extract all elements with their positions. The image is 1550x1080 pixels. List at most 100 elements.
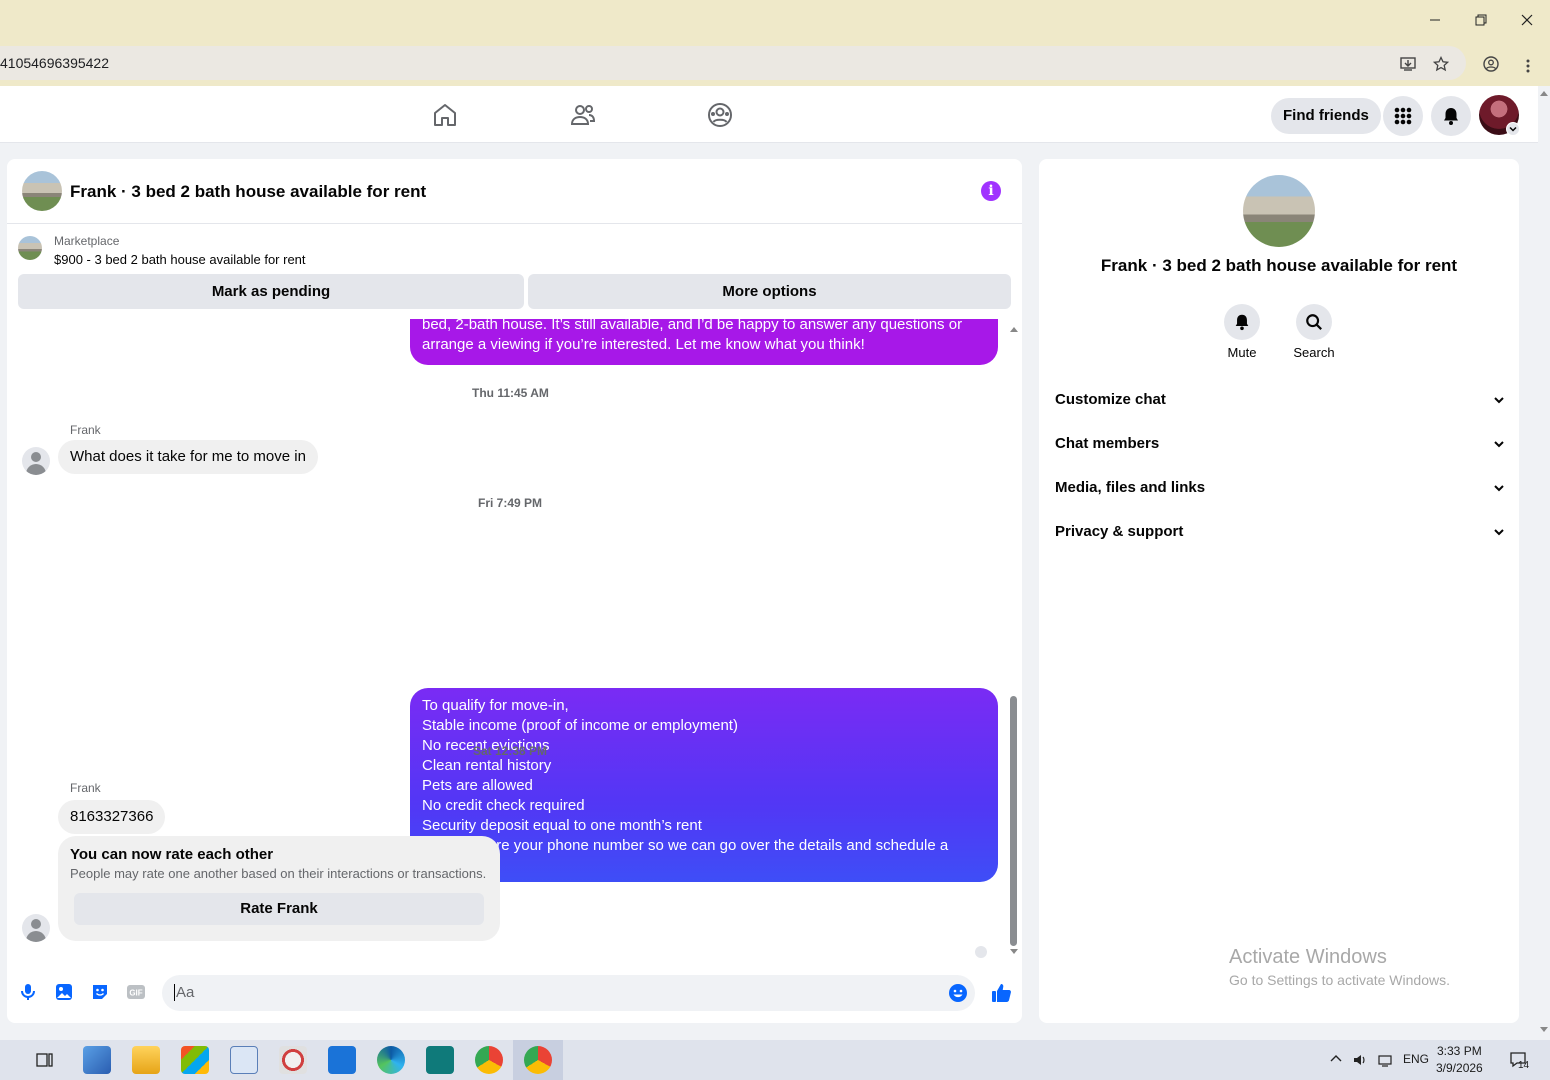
chrome-profile-icon[interactable]	[475, 1046, 503, 1074]
message-line: bed, 2-bath house. It’s still available,…	[422, 319, 963, 333]
message-line: No credit check required	[422, 797, 585, 814]
svg-text:GIF: GIF	[129, 989, 142, 998]
activation-watermark-text: Go to Settings to activate Windows.	[1229, 972, 1450, 988]
timestamp: Thu 11:45 AM	[472, 386, 549, 400]
mark-as-pending-button[interactable]: Mark as pending	[18, 274, 524, 309]
chat-title[interactable]: Frank · 3 bed 2 bath house available for…	[70, 182, 426, 202]
app-s-icon[interactable]	[426, 1046, 454, 1074]
file-explorer-icon[interactable]	[132, 1046, 160, 1074]
address-bar[interactable]: 41054696395422	[0, 46, 1466, 80]
sticker-icon[interactable]	[90, 982, 110, 1002]
scroll-up-icon[interactable]	[1009, 325, 1019, 333]
chrome-active-icon[interactable]	[524, 1046, 552, 1074]
rate-frank-button[interactable]: Rate Frank	[74, 893, 484, 925]
privacy-support-row[interactable]: Privacy & support	[1055, 510, 1505, 554]
browser-menu-icon[interactable]	[1520, 58, 1536, 74]
outgoing-message: bed, 2-bath house. It’s still available,…	[410, 319, 998, 365]
windows-taskbar: ENG 3:33 PM 3/9/2026 14	[0, 1040, 1550, 1080]
notifications-button[interactable]	[1431, 96, 1471, 136]
message-input[interactable]: Aa	[162, 975, 975, 1011]
listing-thumbnail[interactable]	[22, 171, 62, 211]
taskbar-clock[interactable]: 3:33 PM 3/9/2026	[1436, 1043, 1483, 1077]
media-files-links-row[interactable]: Media, files and links	[1055, 466, 1505, 510]
chat-header: Frank · 3 bed 2 bath house available for…	[7, 159, 1022, 224]
groups-icon[interactable]	[707, 102, 733, 128]
mute-button[interactable]	[1224, 304, 1260, 340]
info-icon[interactable]: i	[981, 181, 1001, 201]
scroll-down-icon[interactable]	[1540, 1026, 1548, 1033]
sender-name: Frank	[70, 781, 101, 795]
message-line: viewing.	[422, 856, 986, 876]
row-label: Customize chat	[1055, 391, 1166, 408]
bell-icon	[1235, 314, 1249, 331]
chevron-down-icon	[1494, 529, 1504, 536]
photo-icon[interactable]	[54, 982, 74, 1002]
message-line: To qualify for move-in,	[422, 697, 569, 714]
edge-browser-icon[interactable]	[377, 1046, 405, 1074]
friends-icon[interactable]	[570, 102, 596, 128]
menu-grid-button[interactable]	[1383, 96, 1423, 136]
task-view-icon[interactable]	[36, 1051, 54, 1069]
find-friends-button[interactable]: Find friends	[1271, 98, 1381, 134]
language-indicator[interactable]: ENG	[1403, 1052, 1429, 1066]
chat-members-row[interactable]: Chat members	[1055, 422, 1505, 466]
page-scrollbar[interactable]	[1538, 86, 1550, 1040]
minimize-button[interactable]	[1412, 0, 1458, 40]
listing-photo[interactable]	[1243, 175, 1315, 247]
scroll-up-icon[interactable]	[1540, 90, 1548, 97]
profile-icon[interactable]	[1483, 56, 1499, 72]
mute-label: Mute	[1227, 345, 1257, 360]
paint-app-icon[interactable]	[279, 1046, 307, 1074]
gif-icon[interactable]: GIF	[126, 982, 146, 1002]
details-title: Frank · 3 bed 2 bath house available for…	[1100, 256, 1458, 275]
customize-chat-row[interactable]: Customize chat	[1055, 378, 1505, 422]
marketplace-thumbnail	[18, 236, 42, 260]
tray-chevron-up-icon[interactable]	[1330, 1054, 1342, 1064]
search-icon	[1306, 314, 1322, 330]
chat-panel: Frank · 3 bed 2 bath house available for…	[7, 159, 1022, 1023]
message-line: Please share your phone number so we can…	[422, 837, 949, 854]
close-window-button[interactable]	[1504, 0, 1550, 40]
microphone-icon[interactable]	[18, 982, 38, 1002]
chevron-down-icon	[1494, 441, 1504, 448]
notification-count: 14	[1518, 1060, 1530, 1071]
store-icon[interactable]	[181, 1046, 209, 1074]
thumbs-up-icon[interactable]	[990, 982, 1012, 1004]
incoming-message: What does it take for me to move in	[58, 440, 318, 474]
row-label: Chat members	[1055, 435, 1160, 452]
restore-button[interactable]	[1458, 0, 1504, 40]
marketplace-label: Marketplace	[54, 234, 120, 248]
chevron-down-icon[interactable]	[1506, 122, 1520, 136]
network-icon[interactable]	[1377, 1052, 1393, 1068]
search-label: Search	[1293, 345, 1335, 360]
search-button[interactable]	[1296, 304, 1332, 340]
mail-icon[interactable]	[328, 1046, 356, 1074]
seen-avatar	[975, 946, 987, 958]
emoji-icon[interactable]	[948, 983, 968, 1003]
scroll-down-icon[interactable]	[1009, 948, 1019, 956]
home-icon[interactable]	[432, 102, 458, 128]
chevron-down-icon	[1494, 485, 1504, 492]
photos-app-icon[interactable]	[230, 1046, 258, 1074]
bookmark-star-icon[interactable]	[1433, 56, 1449, 72]
grid-icon	[1394, 107, 1412, 125]
avatar[interactable]	[22, 447, 50, 475]
message-line: Pets are allowed	[422, 777, 533, 794]
rate-title: You can now rate each other	[70, 846, 274, 863]
input-placeholder: Aa	[174, 984, 195, 1001]
message-line: Security deposit equal to one month’s re…	[422, 817, 702, 834]
more-options-button[interactable]: More options	[528, 274, 1011, 309]
message-line: Stable income (proof of income or employ…	[422, 717, 738, 734]
timestamp: Fri 7:49 PM	[478, 496, 543, 510]
window-titlebar	[0, 0, 1550, 40]
install-app-icon[interactable]	[1400, 56, 1416, 72]
sender-name: Frank	[70, 423, 101, 437]
bell-icon	[1444, 108, 1458, 125]
avatar[interactable]	[22, 914, 50, 942]
scrollbar-thumb[interactable]	[1010, 696, 1017, 946]
facebook-top-nav: Find friends	[0, 86, 1550, 143]
row-label: Media, files and links	[1055, 479, 1206, 496]
volume-icon[interactable]	[1352, 1052, 1368, 1068]
listing-title[interactable]: $900 - 3 bed 2 bath house available for …	[54, 252, 306, 267]
computer-app-icon[interactable]	[83, 1046, 111, 1074]
